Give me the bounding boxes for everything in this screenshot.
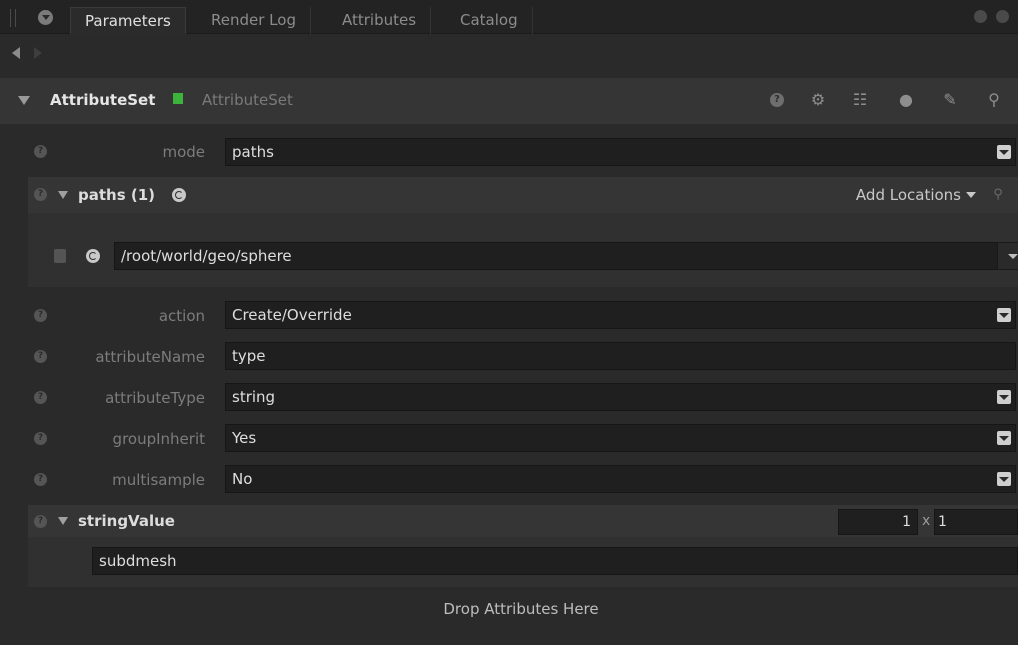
cols-input[interactable]: 1 xyxy=(934,509,1018,535)
mode-value: paths xyxy=(232,143,274,161)
maximize-icon[interactable] xyxy=(974,10,987,23)
path-value: /root/world/geo/sphere xyxy=(121,247,292,265)
param-label-group-inherit: groupInherit xyxy=(112,430,205,448)
group-inherit-dropdown[interactable]: Yes xyxy=(225,424,1016,452)
chevron-down-icon[interactable] xyxy=(997,431,1011,445)
param-label-attribute-name: attributeName xyxy=(95,348,205,366)
string-value-input[interactable]: subdmesh xyxy=(92,547,1018,575)
panel-tab-bar: Parameters Render Log Attributes Catalog xyxy=(0,0,1018,34)
path-input[interactable]: /root/world/geo/sphere xyxy=(114,242,999,270)
drop-attributes-zone[interactable]: Drop Attributes Here xyxy=(0,600,1018,618)
help-icon[interactable]: ? xyxy=(770,93,784,107)
path-item-row: /root/world/geo/sphere × xyxy=(44,238,1018,274)
search-icon[interactable]: ⚲ xyxy=(984,90,1004,110)
node-type: AttributeSet xyxy=(202,91,293,109)
node-graph-icon[interactable]: ☷ xyxy=(850,90,870,110)
cycle-icon[interactable] xyxy=(172,188,186,202)
attribute-type-dropdown[interactable]: string xyxy=(225,383,1016,411)
rows-input[interactable]: 1 xyxy=(838,509,918,535)
paths-group-header: ? paths (1) Add Locations ⚲ xyxy=(28,177,1018,213)
tab-parameters[interactable]: Parameters xyxy=(70,7,186,34)
collapse-triangle-icon[interactable] xyxy=(58,517,68,525)
gear-icon[interactable]: ⚙ xyxy=(808,90,828,110)
back-arrow-icon[interactable] xyxy=(12,47,20,59)
chevron-down-icon[interactable] xyxy=(997,472,1011,486)
attribute-type-value: string xyxy=(232,388,276,406)
help-icon[interactable]: ? xyxy=(34,188,47,201)
multisample-dropdown[interactable]: No xyxy=(225,465,1016,493)
chevron-down-icon xyxy=(966,192,976,198)
action-value: Create/Override xyxy=(232,306,352,324)
chevron-down-icon[interactable] xyxy=(997,308,1011,322)
param-label-multisample: multisample xyxy=(112,471,205,489)
add-locations-label: Add Locations xyxy=(855,186,961,204)
tab-catalog[interactable]: Catalog xyxy=(446,7,533,34)
string-value-title: stringValue xyxy=(78,512,175,530)
close-icon[interactable] xyxy=(996,10,1009,23)
panel-grip-handle[interactable] xyxy=(10,9,16,27)
help-icon[interactable]: ? xyxy=(34,515,47,528)
attribute-name-value: type xyxy=(232,347,266,365)
node-status-indicator xyxy=(173,93,183,104)
param-label-action: action xyxy=(158,307,205,325)
tab-attributes[interactable]: Attributes xyxy=(328,7,432,34)
action-dropdown[interactable]: Create/Override xyxy=(225,301,1016,329)
chevron-down-icon[interactable] xyxy=(997,145,1011,159)
path-dropdown-button[interactable] xyxy=(997,242,1018,270)
wrench-icon[interactable]: ✎ xyxy=(940,90,960,110)
param-label-mode: mode xyxy=(162,143,205,161)
node-name[interactable]: AttributeSet xyxy=(50,91,155,109)
tab-render-log[interactable]: Render Log xyxy=(197,7,311,34)
forward-arrow-icon[interactable] xyxy=(34,47,42,59)
paths-group-title: paths (1) xyxy=(78,186,156,204)
add-locations-button[interactable]: Add Locations xyxy=(856,186,976,204)
collapse-triangle-icon[interactable] xyxy=(18,96,30,105)
collapse-triangle-icon[interactable] xyxy=(58,191,68,199)
attribute-name-input[interactable]: type xyxy=(225,342,1016,370)
panel-menu-icon[interactable] xyxy=(38,10,53,25)
mode-dropdown[interactable]: paths xyxy=(225,138,1016,166)
string-value-text: subdmesh xyxy=(99,552,177,570)
search-icon[interactable]: ⚲ xyxy=(988,185,1008,205)
param-label-attribute-type: attributeType xyxy=(105,389,205,407)
cycle-icon[interactable] xyxy=(86,249,100,263)
drag-handle-icon[interactable] xyxy=(54,249,66,263)
comment-icon[interactable]: ● xyxy=(896,90,916,110)
chevron-down-icon[interactable] xyxy=(997,390,1011,404)
dimension-separator: x xyxy=(922,513,931,529)
node-header: AttributeSet AttributeSet ? ⚙ ☷ ● ✎ ⚲ xyxy=(0,78,1018,124)
group-inherit-value: Yes xyxy=(232,429,257,447)
history-nav-bar xyxy=(0,35,1018,73)
multisample-value: No xyxy=(232,470,253,488)
